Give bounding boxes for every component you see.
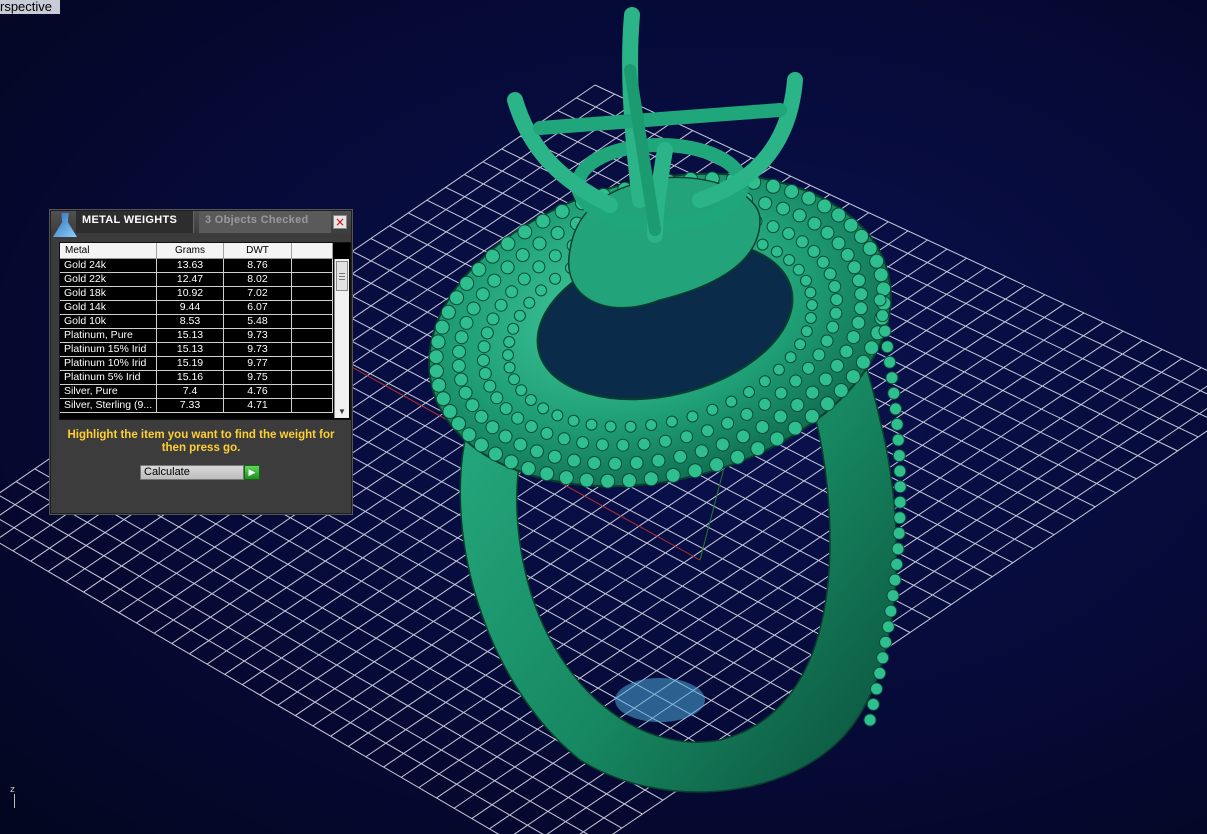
- cell-grams: 7.4: [157, 385, 224, 398]
- cell-metal: Gold 14k: [60, 301, 157, 314]
- cell-empty: [292, 315, 333, 328]
- cell-grams: 12.47: [157, 273, 224, 286]
- table-scrollbar[interactable]: ▼: [334, 259, 349, 418]
- z-axis-line: [14, 794, 15, 808]
- metal-weights-table: Metal Grams DWT Gold 24k 13.63 8.76 Gold 22…: [59, 242, 351, 420]
- cell-empty: [292, 357, 333, 370]
- column-header-dwt[interactable]: DWT: [224, 243, 292, 258]
- go-button[interactable]: ▶: [244, 465, 260, 480]
- cell-dwt: 4.71: [224, 399, 292, 412]
- column-header-grams[interactable]: Grams: [157, 243, 224, 258]
- axis-indicator: z: [8, 785, 22, 808]
- cell-grams: 15.13: [157, 329, 224, 342]
- column-header-metal[interactable]: Metal: [60, 243, 157, 258]
- cell-empty: [292, 385, 333, 398]
- instruction-text: Highlight the item you want to find the …: [67, 429, 335, 454]
- table-row[interactable]: Gold 24k 13.63 8.76: [60, 259, 333, 273]
- cell-dwt: 9.77: [224, 357, 292, 370]
- cell-dwt: 6.07: [224, 301, 292, 314]
- cell-grams: 15.19: [157, 357, 224, 370]
- flask-icon: [53, 213, 77, 237]
- scroll-down-icon[interactable]: ▼: [336, 407, 348, 417]
- cell-dwt: 5.48: [224, 315, 292, 328]
- cell-metal: Gold 24k: [60, 259, 157, 272]
- cell-metal: Platinum 5% Irid: [60, 371, 157, 384]
- cell-dwt: 9.75: [224, 371, 292, 384]
- table-row[interactable]: Gold 22k 12.47 8.02: [60, 273, 333, 287]
- scroll-thumb[interactable]: [336, 261, 348, 291]
- table-header: Metal Grams DWT: [60, 243, 333, 259]
- table-row[interactable]: Platinum, Pure 15.13 9.73: [60, 329, 333, 343]
- cell-metal: Platinum 15% Irid: [60, 343, 157, 356]
- cell-grams: 9.44: [157, 301, 224, 314]
- cell-metal: Platinum 10% Irid: [60, 357, 157, 370]
- dialog-titlebar[interactable]: METAL WEIGHTS 3 Objects Checked ×: [51, 211, 351, 237]
- table-row[interactable]: Gold 14k 9.44 6.07: [60, 301, 333, 315]
- cell-metal: Silver, Sterling (9...: [60, 399, 157, 412]
- cell-dwt: 8.02: [224, 273, 292, 286]
- metal-weights-dialog: METAL WEIGHTS 3 Objects Checked × Metal …: [50, 210, 352, 514]
- cell-empty: [292, 287, 333, 300]
- viewport-label[interactable]: rspective: [0, 0, 61, 14]
- cell-dwt: 9.73: [224, 343, 292, 356]
- objects-checked-status: 3 Objects Checked: [199, 211, 331, 233]
- cell-grams: 15.13: [157, 343, 224, 356]
- cell-empty: [292, 343, 333, 356]
- table-row[interactable]: Silver, Pure 7.4 4.76: [60, 385, 333, 399]
- cell-metal: Silver, Pure: [60, 385, 157, 398]
- table-row[interactable]: Platinum 15% Irid 15.13 9.73: [60, 343, 333, 357]
- cell-grams: 15.16: [157, 371, 224, 384]
- dialog-title[interactable]: METAL WEIGHTS: [76, 211, 194, 233]
- calculate-dropdown[interactable]: Calculate: [140, 465, 244, 480]
- cell-grams: 8.53: [157, 315, 224, 328]
- ring-model[interactable]: [396, 7, 925, 793]
- cell-dwt: 7.02: [224, 287, 292, 300]
- table-row[interactable]: Silver, Sterling (9... 7.33 4.71: [60, 399, 333, 413]
- table-row[interactable]: Platinum 5% Irid 15.16 9.75: [60, 371, 333, 385]
- close-icon[interactable]: ×: [333, 215, 347, 229]
- cell-grams: 10.92: [157, 287, 224, 300]
- column-header-empty: [292, 243, 333, 258]
- cell-empty: [292, 259, 333, 272]
- cell-metal: Gold 18k: [60, 287, 157, 300]
- cell-metal: Gold 10k: [60, 315, 157, 328]
- table-row[interactable]: Platinum 10% Irid 15.19 9.77: [60, 357, 333, 371]
- cell-empty: [292, 371, 333, 384]
- cell-empty: [292, 329, 333, 342]
- cell-dwt: 8.76: [224, 259, 292, 272]
- cell-metal: Gold 22k: [60, 273, 157, 286]
- cell-empty: [292, 273, 333, 286]
- table-row[interactable]: Gold 10k 8.53 5.48: [60, 315, 333, 329]
- table-row[interactable]: Gold 18k 10.92 7.02: [60, 287, 333, 301]
- band-highlight: [615, 678, 705, 722]
- table-body: Gold 24k 13.63 8.76 Gold 22k 12.47 8.02 Gold 1…: [60, 259, 333, 419]
- cell-dwt: 4.76: [224, 385, 292, 398]
- cell-empty: [292, 399, 333, 412]
- cell-dwt: 9.73: [224, 329, 292, 342]
- cell-grams: 7.33: [157, 399, 224, 412]
- cell-empty: [292, 301, 333, 314]
- cell-metal: Platinum, Pure: [60, 329, 157, 342]
- cross-bar: [533, 103, 787, 135]
- cell-grams: 13.63: [157, 259, 224, 272]
